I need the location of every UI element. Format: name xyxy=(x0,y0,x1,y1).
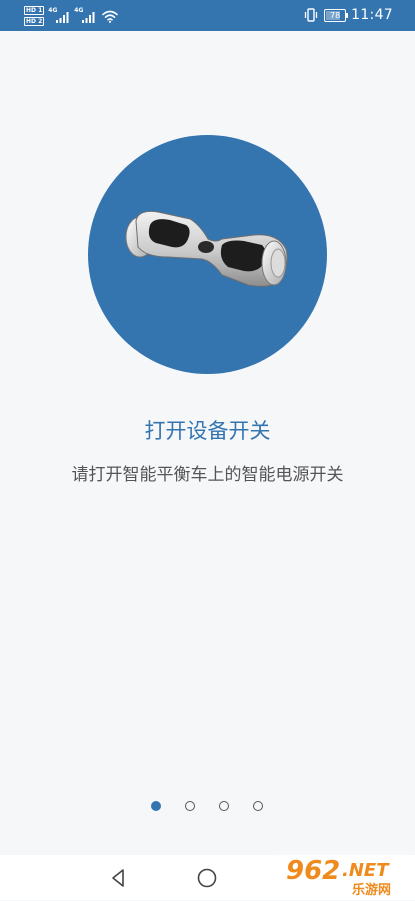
back-button[interactable] xyxy=(106,866,130,890)
vibrate-icon xyxy=(304,8,318,22)
page-dot-3[interactable] xyxy=(219,801,229,811)
sim-badges: HD 1 HD 2 xyxy=(24,6,45,26)
status-bar: HD 1 HD 2 4G 4G 78 11:47 xyxy=(0,0,415,31)
page-dot-1[interactable] xyxy=(151,801,161,811)
page-dot-2[interactable] xyxy=(185,801,195,811)
watermark-logo: 962 .NET 乐游网 xyxy=(276,851,411,898)
battery-icon: 78 xyxy=(324,8,349,22)
hd-badge-2: HD 2 xyxy=(24,17,45,26)
back-icon xyxy=(112,869,124,887)
status-right: 78 11:47 xyxy=(303,6,393,24)
page-title: 打开设备开关 xyxy=(144,419,271,443)
page-description: 请打开智能平衡车上的智能电源开关 xyxy=(71,465,344,485)
page-indicator xyxy=(0,800,415,814)
signal-icon: 4G xyxy=(48,8,70,24)
svg-text:.NET: .NET xyxy=(342,860,390,881)
svg-text:962: 962 xyxy=(286,856,340,886)
clock: 11:47 xyxy=(351,7,393,23)
page-dot-4[interactable] xyxy=(253,801,263,811)
signal-icon: 4G xyxy=(74,8,96,24)
wifi-icon xyxy=(102,10,119,23)
home-icon xyxy=(197,868,217,888)
battery-level: 78 xyxy=(330,10,341,20)
hd-badge-1: HD 1 xyxy=(24,6,45,15)
svg-text:乐游网: 乐游网 xyxy=(352,882,391,897)
hoverboard-image xyxy=(88,135,327,374)
home-button[interactable] xyxy=(195,866,219,890)
status-left: HD 1 HD 2 4G 4G xyxy=(24,6,119,26)
